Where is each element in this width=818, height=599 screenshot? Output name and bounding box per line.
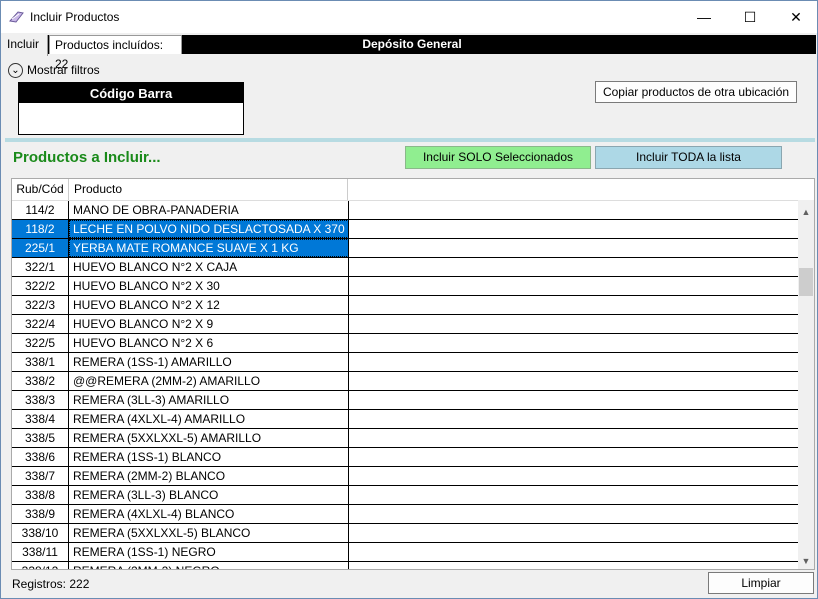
cell-product: YERBA MATE ROMANCE SUAVE X 1 KG	[69, 239, 349, 257]
table-row[interactable]: 322/2 HUEVO BLANCO N°2 X 30	[12, 277, 798, 296]
scrollbar-thumb[interactable]	[799, 268, 813, 296]
cell-product: REMERA (5XXLXXL-5) BLANCO	[69, 524, 349, 542]
include-all-button[interactable]: Incluir TODA la lista	[595, 146, 782, 169]
cell-product: REMERA (4XLXL-4) AMARILLO	[69, 410, 349, 428]
table-row[interactable]: 338/2 @@REMERA (2MM-2) AMARILLO	[12, 372, 798, 391]
cell-product: REMERA (1SS-1) BLANCO	[69, 448, 349, 466]
cell-product: REMERA (3LL-3) AMARILLO	[69, 391, 349, 409]
cell-product: REMERA (3LL-3) BLANCO	[69, 486, 349, 504]
cell-product: HUEVO BLANCO N°2 X 6	[69, 334, 349, 352]
cell-code: 225/1	[12, 239, 69, 257]
column-header-code[interactable]: Rub/Cód	[12, 179, 69, 200]
table-row[interactable]: 322/4 HUEVO BLANCO N°2 X 9	[12, 315, 798, 334]
table-row[interactable]: 338/3 REMERA (3LL-3) AMARILLO	[12, 391, 798, 410]
cell-code: 338/9	[12, 505, 69, 523]
table-row[interactable]: 118/2 LECHE EN POLVO NIDO DESLACTOSADA X …	[12, 220, 798, 239]
table-row[interactable]: 338/9 REMERA (4XLXL-4) BLANCO	[12, 505, 798, 524]
barcode-header: Código Barra	[19, 83, 243, 103]
scroll-up-icon[interactable]: ▲	[798, 204, 814, 220]
cell-code: 338/3	[12, 391, 69, 409]
scroll-down-icon[interactable]: ▼	[798, 553, 814, 569]
section-title: Productos a Incluir...	[13, 149, 161, 166]
cell-code: 338/2	[12, 372, 69, 390]
cell-code: 338/7	[12, 467, 69, 485]
barcode-panel: Código Barra	[18, 82, 244, 135]
cell-product: HUEVO BLANCO N°2 X CAJA	[69, 258, 349, 276]
location-label: Depósito General	[362, 37, 462, 51]
table-row[interactable]: 225/1 YERBA MATE ROMANCE SUAVE X 1 KG	[12, 239, 798, 258]
copy-products-button[interactable]: Copiar productos de otra ubicación	[595, 81, 797, 103]
tab-bar: Incluir Productos incluídos: 22 Depósito…	[2, 35, 816, 71]
separator	[5, 138, 815, 142]
cell-code: 338/6	[12, 448, 69, 466]
products-grid[interactable]: Rub/Cód Producto 114/2 MANO DE OBRA-PANAD…	[11, 178, 815, 570]
chevron-down-icon: ⌄	[8, 63, 23, 79]
cell-code: 338/4	[12, 410, 69, 428]
filters-toggle[interactable]: ⌄ Mostrar filtros	[8, 62, 100, 79]
tab-incluir[interactable]: Incluir	[2, 35, 48, 56]
cell-product: REMERA (5XXLXXL-5) AMARILLO	[69, 429, 349, 447]
table-row[interactable]: 338/6 REMERA (1SS-1) BLANCO	[12, 448, 798, 467]
table-row[interactable]: 114/2 MANO DE OBRA-PANADERIA	[12, 201, 798, 220]
table-row[interactable]: 338/4 REMERA (4XLXL-4) AMARILLO	[12, 410, 798, 429]
minimize-button[interactable]: —	[681, 1, 727, 33]
cell-product: HUEVO BLANCO N°2 X 12	[69, 296, 349, 314]
cell-product: REMERA (2MM-2) BLANCO	[69, 467, 349, 485]
table-row[interactable]: 322/3 HUEVO BLANCO N°2 X 12	[12, 296, 798, 315]
app-icon	[9, 11, 24, 23]
table-row[interactable]: 338/11 REMERA (1SS-1) NEGRO	[12, 543, 798, 562]
vertical-scrollbar[interactable]: ▲ ▼	[798, 200, 814, 569]
include-selected-button[interactable]: Incluir SOLO Seleccionados	[405, 146, 591, 169]
cell-code: 322/2	[12, 277, 69, 295]
cell-code: 114/2	[12, 201, 69, 219]
cell-code: 338/12	[12, 562, 69, 569]
cell-code: 338/11	[12, 543, 69, 561]
grid-header: Rub/Cód Producto	[12, 179, 798, 201]
cell-product: REMERA (1SS-1) AMARILLO	[69, 353, 349, 371]
cell-product: HUEVO BLANCO N°2 X 9	[69, 315, 349, 333]
table-row[interactable]: 322/5 HUEVO BLANCO N°2 X 6	[12, 334, 798, 353]
cell-code: 322/3	[12, 296, 69, 314]
clear-button[interactable]: Limpiar	[708, 572, 814, 594]
cell-product: REMERA (2MM-2) NEGRO	[69, 562, 349, 569]
cell-product: MANO DE OBRA-PANADERIA	[69, 201, 349, 219]
cell-product: LECHE EN POLVO NIDO DESLACTOSADA X 370 G…	[69, 220, 349, 238]
tab-productos-incluidos[interactable]: Productos incluídos: 22	[49, 35, 182, 71]
table-row[interactable]: 338/10 REMERA (5XXLXXL-5) BLANCO	[12, 524, 798, 543]
window: Incluir Productos — ☐ ✕ Incluir Producto…	[0, 0, 818, 599]
cell-code: 322/1	[12, 258, 69, 276]
cell-code: 322/4	[12, 315, 69, 333]
title-bar: Incluir Productos — ☐ ✕	[1, 1, 817, 33]
cell-code: 338/1	[12, 353, 69, 371]
table-row[interactable]: 338/5 REMERA (5XXLXXL-5) AMARILLO	[12, 429, 798, 448]
table-row[interactable]: 322/1 HUEVO BLANCO N°2 X CAJA	[12, 258, 798, 277]
barcode-input[interactable]	[19, 103, 243, 133]
table-row[interactable]: 338/1 REMERA (1SS-1) AMARILLO	[12, 353, 798, 372]
table-row[interactable]: 338/8 REMERA (3LL-3) BLANCO	[12, 486, 798, 505]
cell-code: 322/5	[12, 334, 69, 352]
cell-code: 338/8	[12, 486, 69, 504]
cell-code: 338/10	[12, 524, 69, 542]
column-header-product[interactable]: Producto	[69, 179, 348, 200]
window-title: Incluir Productos	[30, 10, 120, 24]
cell-product: REMERA (1SS-1) NEGRO	[69, 543, 349, 561]
cell-code: 338/5	[12, 429, 69, 447]
maximize-button[interactable]: ☐	[727, 1, 773, 33]
close-button[interactable]: ✕	[773, 1, 817, 33]
table-row[interactable]: 338/12REMERA (2MM-2) NEGRO	[12, 562, 798, 569]
table-row[interactable]: 338/7 REMERA (2MM-2) BLANCO	[12, 467, 798, 486]
cell-code: 118/2	[12, 220, 69, 238]
record-count: Registros: 222	[12, 577, 90, 591]
cell-product: REMERA (4XLXL-4) BLANCO	[69, 505, 349, 523]
cell-product: @@REMERA (2MM-2) AMARILLO	[69, 372, 349, 390]
filters-toggle-label: Mostrar filtros	[27, 63, 100, 77]
cell-product: HUEVO BLANCO N°2 X 30	[69, 277, 349, 295]
